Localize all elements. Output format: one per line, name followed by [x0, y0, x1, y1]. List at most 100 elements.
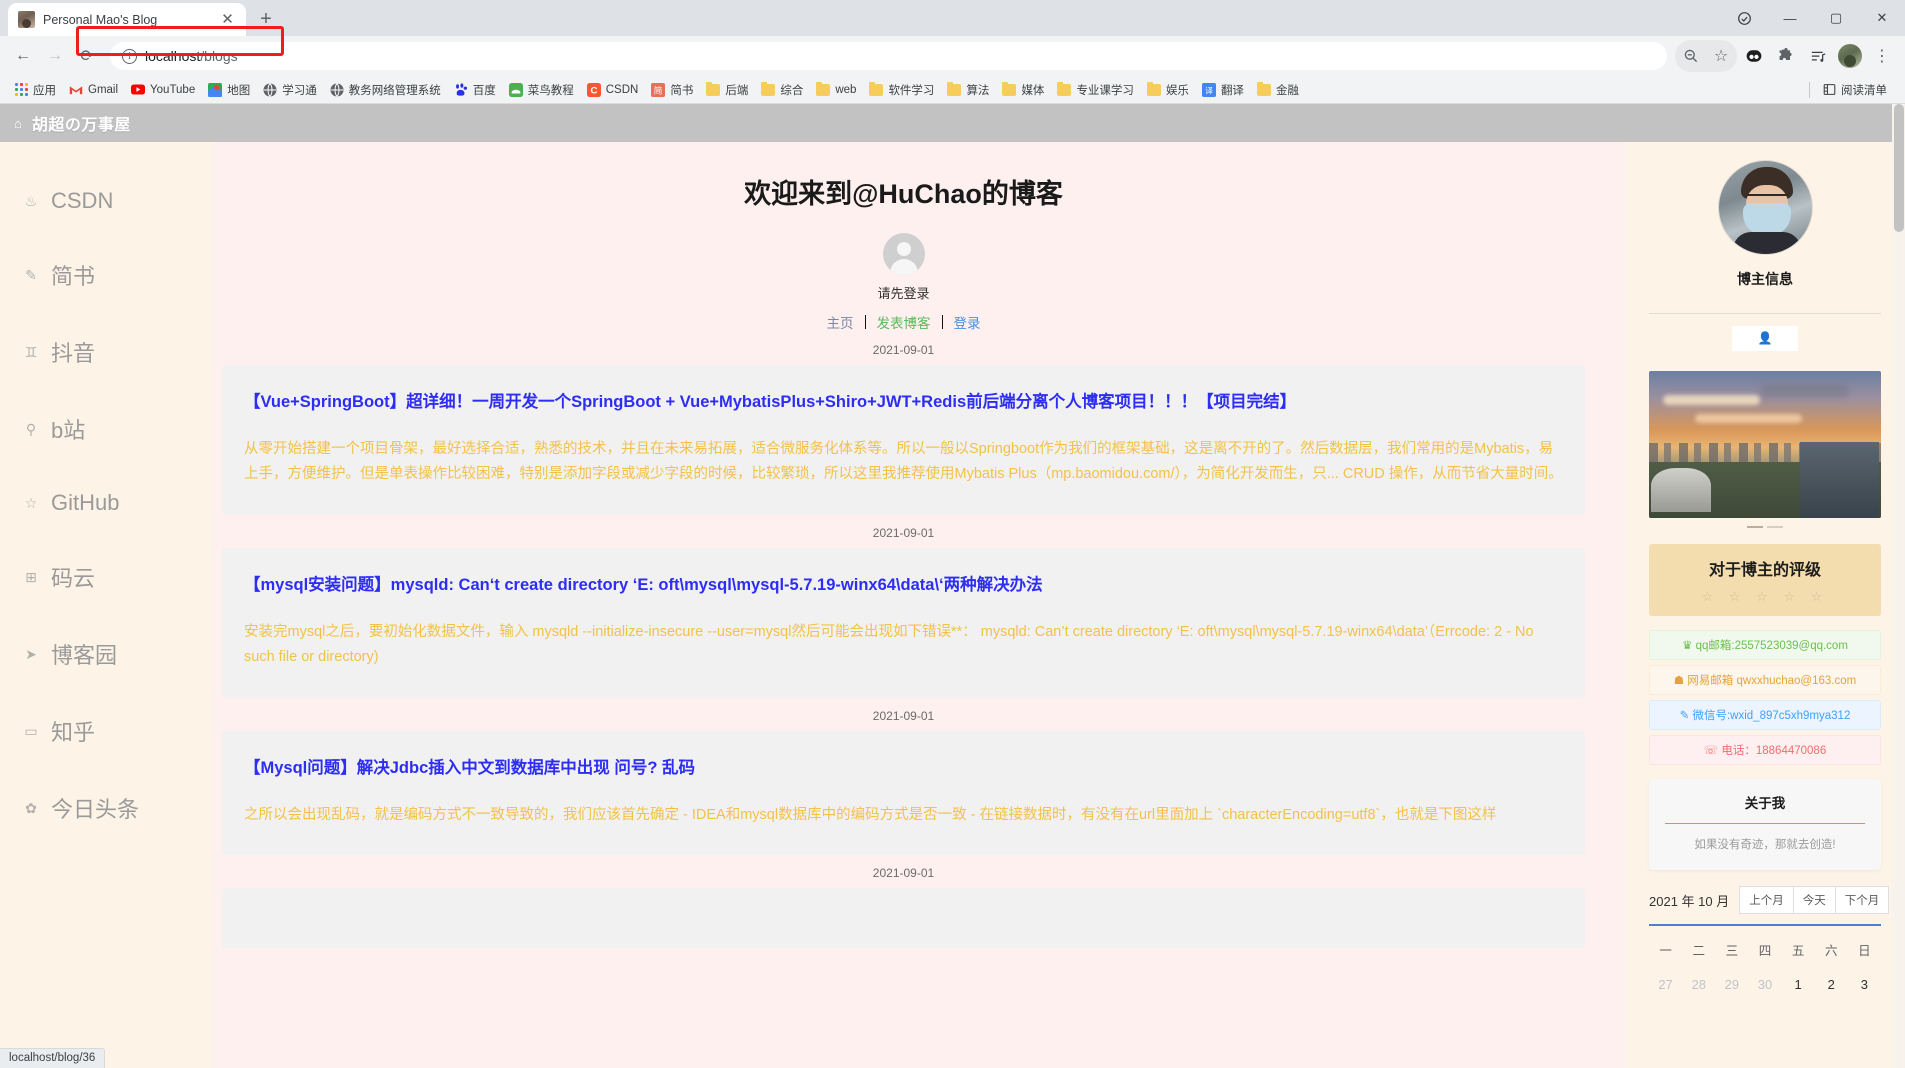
- calendar-day[interactable]: 2: [1815, 969, 1848, 1000]
- bookmark-star-icon[interactable]: ☆: [1706, 41, 1736, 71]
- bookmark-label: 媒体: [1021, 84, 1045, 97]
- page-scrollbar-track[interactable]: [1892, 104, 1905, 1068]
- bookmark-folder-yule[interactable]: 娱乐: [1141, 80, 1195, 100]
- bookmark-folder-ruanjianxuexi[interactable]: 软件学习: [863, 80, 940, 100]
- post-card[interactable]: 【Vue+SpringBoot】超详细！一周开发一个SpringBoot + V…: [222, 365, 1585, 515]
- reload-button[interactable]: ⟳: [72, 41, 102, 71]
- window-maximize-button[interactable]: ▢: [1813, 0, 1859, 36]
- bookmark-folder-suanfa[interactable]: 算法: [941, 80, 995, 100]
- sidebar-item-douyin[interactable]: ♊ 抖音: [0, 336, 212, 368]
- calendar-day[interactable]: 3: [1848, 969, 1881, 1000]
- post-card[interactable]: 【Mysql问题】解决Jdbc插入中文到数据库中出现 问号? 乱码 之所以会出现…: [222, 730, 1585, 856]
- bookmark-folder-zhuanyekexuexi[interactable]: 专业课学习: [1051, 80, 1140, 100]
- campus-sunset-photo[interactable]: [1649, 371, 1881, 518]
- carousel-indicators[interactable]: [1649, 526, 1881, 528]
- calendar-day[interactable]: 30: [1748, 969, 1781, 1000]
- post-card[interactable]: 【mysql安装问题】mysqld: Can‘t create director…: [222, 547, 1585, 698]
- bookmark-maps[interactable]: 地图: [202, 80, 256, 100]
- rating-stars[interactable]: ☆ ☆ ☆ ☆ ☆: [1649, 589, 1881, 605]
- toolbar-right-group: ☆ ⋮: [1675, 40, 1897, 72]
- dino-extension-icon[interactable]: [1739, 41, 1769, 71]
- zoom-out-icon[interactable]: [1676, 41, 1706, 71]
- sidebar-item-toutiao[interactable]: ✿ 今日头条: [0, 792, 212, 824]
- nav-link-publish[interactable]: 发表博客: [866, 312, 942, 332]
- bookmark-label: 综合: [780, 84, 804, 97]
- post-card[interactable]: [222, 888, 1585, 949]
- calendar-day[interactable]: 29: [1715, 969, 1748, 1000]
- sidebar-item-bilibili[interactable]: ⚲ b站: [0, 413, 212, 445]
- home-icon[interactable]: ⌂: [14, 116, 22, 131]
- calendar-day[interactable]: 27: [1649, 969, 1682, 1000]
- runoob-icon: [508, 82, 523, 97]
- post-title[interactable]: 【mysql安装问题】mysqld: Can‘t create director…: [244, 574, 1563, 598]
- bookmark-xuexitong[interactable]: 学习通: [257, 80, 323, 100]
- goblet-icon: ♊: [24, 343, 38, 360]
- person-tab-button[interactable]: 👤: [1732, 326, 1798, 351]
- contact-wechat[interactable]: ✎ 微信号:wxid_897c5xh9mya312: [1649, 700, 1881, 730]
- browser-toolbar: ← → ⟳ i localhost/blogs ☆ ⋮: [0, 36, 1905, 76]
- bookmark-youtube[interactable]: YouTube: [125, 81, 201, 99]
- svg-text:C: C: [590, 85, 597, 96]
- address-bar[interactable]: i localhost/blogs: [110, 42, 1667, 70]
- reading-list-button[interactable]: 阅读清单: [1816, 80, 1893, 100]
- window-settings-icon[interactable]: [1721, 0, 1767, 36]
- bookmark-folder-jinrong[interactable]: 金融: [1251, 80, 1305, 100]
- new-tab-button[interactable]: +: [252, 5, 280, 33]
- bookmark-jiaowu[interactable]: 教务网络管理系统: [324, 80, 447, 100]
- bookmark-jianshu[interactable]: 简 简书: [645, 80, 699, 100]
- post-title[interactable]: 【Vue+SpringBoot】超详细！一周开发一个SpringBoot + V…: [244, 391, 1563, 415]
- bookmark-folder-zonghe[interactable]: 综合: [755, 80, 809, 100]
- sidebar-item-github[interactable]: ☆ GitHub: [0, 490, 212, 516]
- browser-tab[interactable]: Personal Mao's Blog ✕: [8, 3, 246, 36]
- right-sidebar: 博主信息 👤 对于博主的评级 ☆ ☆ ☆ ☆ ☆ ♛ qq邮箱:25575230…: [1625, 142, 1905, 1068]
- send-icon: ➤: [25, 645, 37, 662]
- sidebar-item-cnblogs[interactable]: ➤ 博客园: [0, 638, 212, 670]
- omnibox-wrapper: i localhost/blogs: [110, 42, 1667, 70]
- calendar-next-month-button[interactable]: 下个月: [1835, 886, 1890, 915]
- sidebar-item-label: b站: [51, 418, 86, 443]
- bookmark-folder-meiti[interactable]: 媒体: [996, 80, 1050, 100]
- forward-button[interactable]: →: [40, 41, 70, 71]
- default-user-avatar[interactable]: [882, 233, 925, 275]
- window-minimize-button[interactable]: —: [1767, 0, 1813, 36]
- nav-link-home[interactable]: 主页: [816, 312, 865, 332]
- sidebar-item-label: 博客园: [51, 643, 118, 668]
- page-scrollbar-thumb[interactable]: [1894, 104, 1904, 232]
- bookmark-csdn[interactable]: C CSDN: [581, 81, 645, 99]
- media-list-icon[interactable]: [1803, 41, 1833, 71]
- profile-avatar[interactable]: [1835, 41, 1865, 71]
- tab-close-icon[interactable]: ✕: [219, 11, 236, 28]
- bookmark-baidu[interactable]: 百度: [448, 80, 502, 100]
- browser-menu-icon[interactable]: ⋮: [1867, 41, 1897, 71]
- calendar-day[interactable]: 28: [1682, 969, 1715, 1000]
- sidebar-item-mayun[interactable]: ⊞ 码云: [0, 561, 212, 593]
- bookmark-fanyi[interactable]: 译 翻译: [1196, 80, 1250, 100]
- contact-phone[interactable]: ☏ 电话：18864470086: [1649, 735, 1881, 765]
- status-bar: localhost/blog/36: [0, 1048, 106, 1068]
- grid-icon: ⊞: [25, 568, 37, 585]
- bookmark-label: web: [835, 83, 857, 96]
- bookmark-folder-houduan[interactable]: 后端: [700, 80, 754, 100]
- back-button[interactable]: ←: [8, 41, 38, 71]
- blogger-photo: [1717, 160, 1813, 255]
- apps-grid-icon: [14, 83, 28, 97]
- window-close-button[interactable]: ✕: [1859, 0, 1905, 36]
- contact-163-email[interactable]: ☗ 网易邮箱 qwxxhuchao@163.com: [1649, 665, 1881, 695]
- bookmark-folder-web[interactable]: web: [810, 81, 862, 99]
- calendar-day[interactable]: 1: [1782, 969, 1815, 1000]
- nav-link-login[interactable]: 登录: [943, 312, 992, 332]
- site-info-icon[interactable]: i: [122, 48, 137, 64]
- sidebar-item-zhihu[interactable]: ▭ 知乎: [0, 715, 212, 747]
- sidebar-item-label: 知乎: [51, 720, 96, 745]
- post-title[interactable]: 【Mysql问题】解决Jdbc插入中文到数据库中出现 问号? 乱码: [244, 757, 1563, 781]
- calendar-prev-month-button[interactable]: 上个月: [1739, 886, 1794, 915]
- calendar-today-button[interactable]: 今天: [1793, 886, 1836, 915]
- sidebar-item-csdn[interactable]: ♨ CSDN: [0, 188, 212, 214]
- bookmark-gmail[interactable]: Gmail: [63, 81, 124, 99]
- pen-icon: ✎: [1679, 710, 1690, 722]
- sidebar-item-jianshu[interactable]: ✎ 简书: [0, 259, 212, 291]
- bookmark-runoob[interactable]: 菜鸟教程: [503, 80, 580, 100]
- bookmark-apps[interactable]: 应用: [8, 80, 62, 100]
- contact-qq-email[interactable]: ♛ qq邮箱:2557523039@qq.com: [1649, 630, 1881, 660]
- extensions-puzzle-icon[interactable]: [1771, 41, 1801, 71]
